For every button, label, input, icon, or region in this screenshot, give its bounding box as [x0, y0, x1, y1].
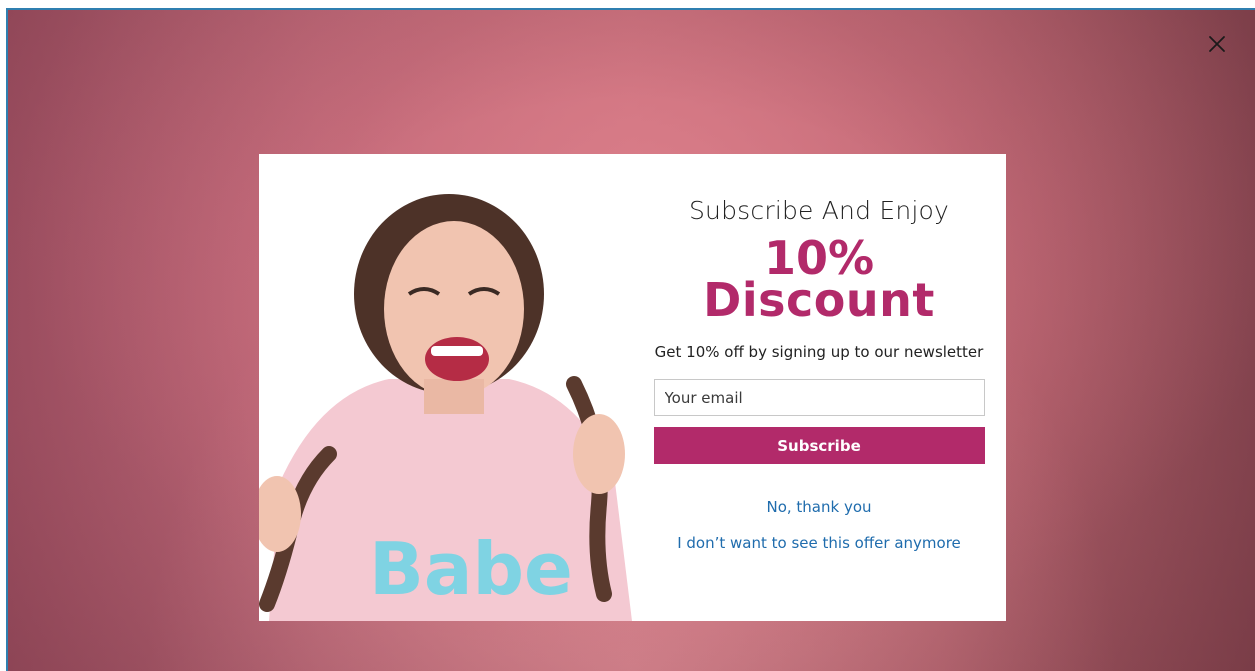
- offer-word: Discount: [703, 273, 935, 327]
- offer-text: 10% Discount: [703, 235, 935, 327]
- decline-link[interactable]: No, thank you: [766, 498, 871, 516]
- shirt-text: Babe: [369, 527, 573, 611]
- popup-content: Subscribe And Enjoy 10% Discount Get 10%…: [632, 154, 1006, 621]
- newsletter-popup: Babe Subscribe And Enjoy 10% Discount Ge…: [259, 154, 1006, 621]
- close-button[interactable]: [1203, 30, 1231, 58]
- email-field[interactable]: [653, 379, 985, 416]
- promo-photo: Babe: [259, 154, 632, 621]
- subscribe-button[interactable]: Subscribe: [653, 427, 985, 464]
- promo-photo-illustration: Babe: [259, 194, 632, 621]
- dont-show-again-link[interactable]: I don’t want to see this offer anymore: [677, 534, 961, 552]
- close-icon: [1209, 36, 1225, 52]
- popup-heading: Subscribe And Enjoy: [688, 196, 949, 225]
- popup-description: Get 10% off by signing up to our newslet…: [654, 343, 984, 361]
